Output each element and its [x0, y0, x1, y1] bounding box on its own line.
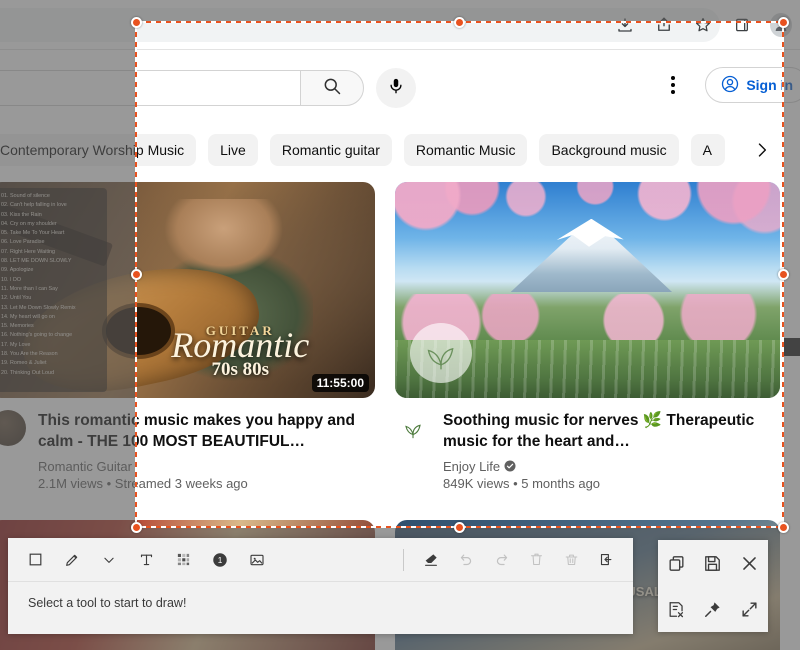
chip-background-music[interactable]: Background music: [539, 134, 679, 166]
clear-all-button[interactable]: [558, 547, 584, 573]
redo-button[interactable]: [488, 547, 514, 573]
masthead-right: Sign in: [653, 50, 800, 120]
account-circle-icon: [720, 74, 740, 97]
edit-actions-group: [398, 547, 619, 573]
settings-kebab-icon[interactable]: [653, 65, 693, 105]
screen-capture-screen: Sign in Contemporary Worship Music Live …: [0, 0, 800, 650]
channel-watermark-icon: [410, 322, 473, 383]
chevron-right-icon[interactable]: [746, 134, 778, 166]
channel-name: Enjoy Life: [443, 458, 501, 474]
video-meta: Soothing music for nerves 🌿 Therapeutic …: [395, 398, 780, 491]
step-number-tool[interactable]: 1: [207, 547, 233, 573]
search-icon: [322, 76, 342, 101]
chip-partial[interactable]: A: [690, 134, 725, 166]
chip-romantic-music[interactable]: Romantic Music: [403, 134, 528, 166]
video-thumbnail[interactable]: [395, 182, 780, 398]
svg-text:1: 1: [218, 556, 223, 565]
toolbar-hint-text: Select a tool to start to draw!: [28, 596, 187, 610]
delete-button[interactable]: [523, 547, 549, 573]
dim-overlay-right: [783, 22, 800, 527]
chip-romantic-guitar[interactable]: Romantic guitar: [269, 134, 392, 166]
voice-search-button[interactable]: [376, 68, 416, 108]
fullscreen-button[interactable]: [735, 594, 765, 624]
video-stats: 849K views • 5 months ago: [443, 475, 601, 491]
chevron-down-icon[interactable]: [96, 547, 122, 573]
text-tool[interactable]: [133, 547, 159, 573]
chip-live[interactable]: Live: [208, 134, 258, 166]
dim-overlay-left: [0, 22, 136, 527]
annotation-tool-row: 1: [8, 538, 633, 582]
mosaic-tool[interactable]: [170, 547, 196, 573]
channel-avatar[interactable]: [395, 410, 431, 446]
channel-name-row[interactable]: Enjoy Life: [443, 459, 773, 474]
close-button[interactable]: [735, 548, 765, 578]
save-button[interactable]: [698, 548, 728, 578]
extract-text-button[interactable]: [661, 594, 691, 624]
drawing-tools-group: 1: [22, 547, 270, 573]
verified-badge-icon: [504, 460, 516, 472]
copy-button[interactable]: [661, 548, 691, 578]
search-button[interactable]: [300, 70, 364, 106]
pin-button[interactable]: [698, 594, 728, 624]
toolbar-divider: [403, 548, 404, 571]
video-title[interactable]: Soothing music for nerves 🌿 Therapeutic …: [443, 410, 773, 453]
capture-actions-panel: [658, 540, 768, 632]
microphone-icon: [387, 77, 405, 100]
undo-button[interactable]: [453, 547, 479, 573]
video-duration-badge: 11:55:00: [311, 374, 369, 392]
pencil-tool[interactable]: [59, 547, 85, 573]
rectangle-tool[interactable]: [22, 547, 48, 573]
exit-button[interactable]: [593, 547, 619, 573]
annotation-toolbar-panel: 1 Select a tool to start to draw!: [8, 538, 633, 634]
image-tool[interactable]: [244, 547, 270, 573]
video-card[interactable]: Soothing music for nerves 🌿 Therapeutic …: [395, 182, 780, 512]
dim-overlay-top: [0, 0, 800, 22]
eraser-tool[interactable]: [418, 547, 444, 573]
